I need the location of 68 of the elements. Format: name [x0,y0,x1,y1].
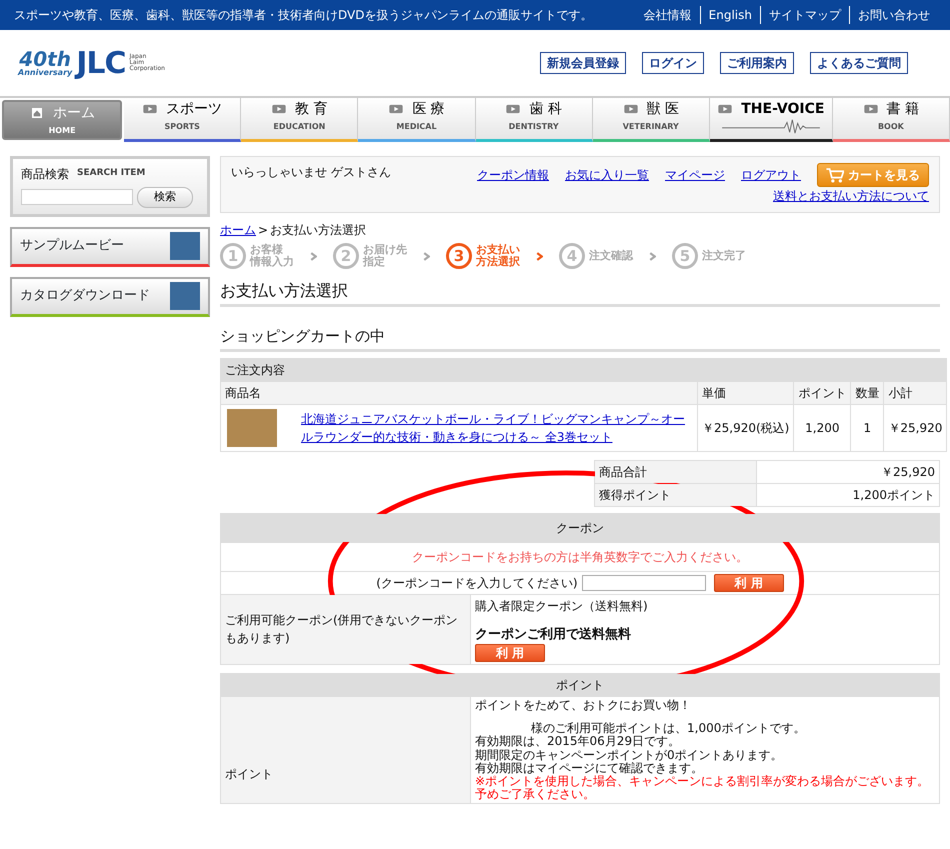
nav-tab[interactable]: THE-VOICE [710,98,833,142]
search-subtitle: SEARCH ITEM [77,167,146,180]
logo-badge-caption: Anniversary [18,69,72,77]
site-tagline: スポーツや教育、医療、歯科、獣医等の指導者・技術者向けDVDを扱うジャパンライムの通販サイトです。 [14,7,592,24]
points-info-text: 有効期限は、2015年06月29日です。 [475,735,682,749]
column-header: 小計 [884,381,947,404]
progress-step: 1 お客様 情報入力 [220,243,294,269]
progress-step: 3 お支払い 方法選択 [446,243,520,269]
nav-tab[interactable]: 医 療 MEDICAL [358,98,476,142]
points-label: ポイント [220,696,470,804]
summary-value: ￥25,920 [756,460,940,483]
header-link[interactable]: よくあるご質問 [810,52,908,74]
section-header: ポイント [220,674,940,696]
column-header: ポイント [794,381,851,404]
account-link[interactable]: お気に入り一覧 [565,166,649,184]
header-link[interactable]: ご利用案内 [720,52,794,74]
breadcrumb-link[interactable]: ホーム [220,221,256,239]
nav-tab[interactable]: 歯 科 DENTISTRY [476,98,593,142]
progress-step: 2 お届け先 指定 [333,243,407,269]
page-title: お支払い方法選択 [220,279,940,307]
shipping-link[interactable]: 送料とお支払い方法について [773,187,929,205]
coupon-name: 購入者限定クーポン（送料無料) [475,598,649,614]
account-link[interactable]: マイページ [665,166,725,184]
greeting-text: いらっしゃいませ ゲストさん [231,164,391,181]
search-title: 商品検索 [21,166,69,183]
subtotal-cell: ￥25,920 [884,404,947,451]
coupon-available-label: ご利用可能クーポン(併用できないクーポンもあります) [220,594,470,664]
section-title: ショッピングカートの中 [220,325,940,352]
header-link[interactable]: ログイン [642,52,704,74]
coupon-title: クーポンご利用で送料無料 [475,626,632,644]
nav-tab[interactable]: 獣 医 VETERINARY [592,98,710,142]
summary-value: 1,200ポイント [756,483,940,506]
section-header: クーポン [220,513,940,542]
nav-tab[interactable]: ホーム HOME [2,100,122,140]
column-header: 数量 [850,381,884,404]
nav-tab[interactable]: 教 育 EDUCATION [241,98,358,142]
column-header: 商品名 [220,381,698,404]
breadcrumb-current: お支払い方法選択 [270,222,366,239]
points-info-text: 様のご利用可能ポイントは、1,000ポイントです。 [530,722,806,736]
points-warning-text: ※ポイントを使用した場合、キャンペーンによる割引率が変わる場合がございます。予めご了承ください。 [475,774,930,802]
nav-tab[interactable]: スポーツ SPORTS [124,98,242,142]
sidebar-banner[interactable]: カタログダウンロード [10,276,210,316]
column-header: 単価 [698,381,794,404]
points-cell: 1,200 [794,404,851,451]
points-info-text: 期間限定のキャンペーンポイントが0ポイントあります。 [475,748,784,762]
logo-mark: JLC [76,44,126,82]
top-link[interactable]: English [700,6,760,24]
points-info-text: 有効期限はマイページにて確認できます。 [475,762,704,775]
progress-step: 5 注文完了 [672,243,746,269]
coupon-notice: クーポンコードをお持ちの方は半角英数字でご入力ください。 [220,542,940,571]
points-info-text: ポイントをためて、おトクにお買い物！ [475,699,692,712]
coupon-input-label: (クーポンコードを入力してください) [376,574,578,592]
top-link[interactable]: お問い合わせ [849,6,938,24]
top-link[interactable]: サイトマップ [760,6,849,24]
top-link[interactable]: 会社情報 [636,6,700,24]
summary-label: 商品合計 [594,460,757,483]
table-caption: ご注文内容 [220,358,947,381]
nav-tab[interactable]: 書 籍 BOOK [832,98,950,142]
quantity-cell: 1 [850,404,884,451]
progress-step: 4 注文確認 [559,243,633,269]
sidebar-banner[interactable]: サンプルムービー [10,226,210,266]
breadcrumb-separator: > [257,222,270,239]
account-link[interactable]: クーポン情報 [477,166,549,184]
summary-label: 獲得ポイント [594,483,757,506]
header-link[interactable]: 新規会員登録 [540,52,626,74]
account-link[interactable]: ログアウト [741,166,801,184]
search-button[interactable]: 検索 [137,187,193,208]
price-cell: ￥25,920(税込) [698,404,794,451]
